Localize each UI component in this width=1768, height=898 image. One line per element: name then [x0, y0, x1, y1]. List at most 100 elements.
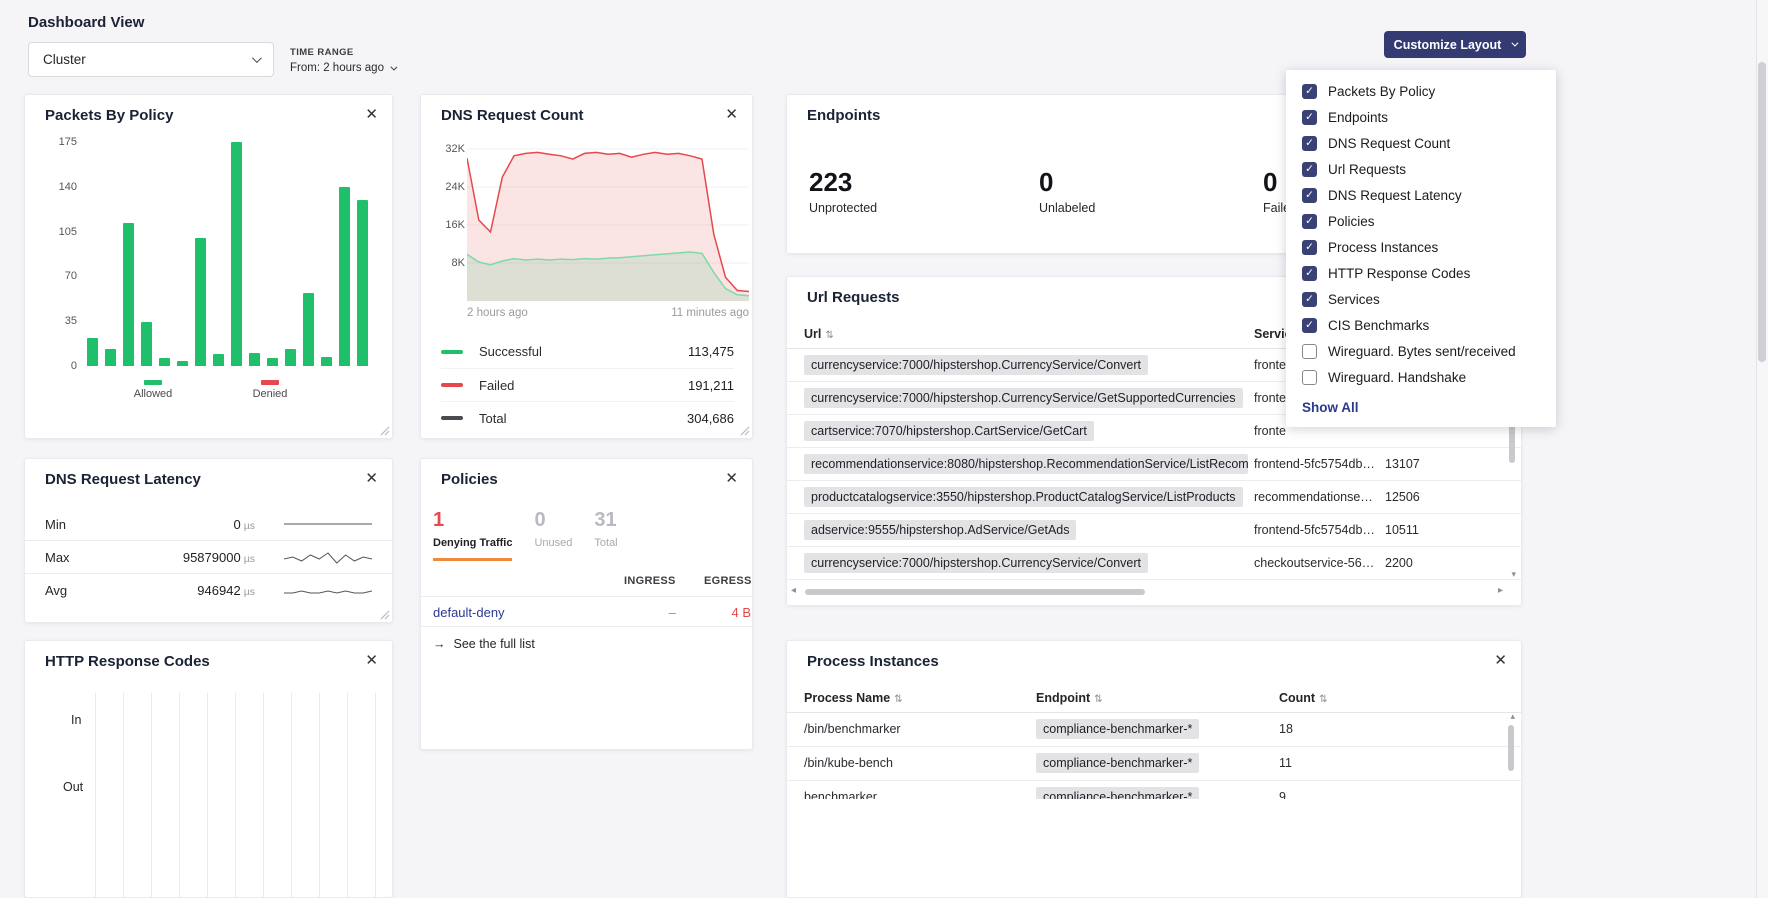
menu-item-dns-request-count[interactable]: ✓DNS Request Count [1286, 130, 1556, 156]
checked-checkbox-icon[interactable]: ✓ [1302, 240, 1317, 255]
count-cell: 2200 [1385, 556, 1413, 570]
table-row[interactable]: productcatalogservice:3550/hipstershop.P… [787, 481, 1521, 514]
table-row[interactable]: currencyservice:7000/hipstershop.Currenc… [787, 547, 1521, 580]
row-label-out: Out [63, 780, 83, 794]
checked-checkbox-icon[interactable]: ✓ [1302, 84, 1317, 99]
menu-item-http-response-codes[interactable]: ✓HTTP Response Codes [1286, 260, 1556, 286]
denied-swatch [261, 380, 279, 385]
checked-checkbox-icon[interactable]: ✓ [1302, 162, 1317, 177]
checked-checkbox-icon[interactable]: ✓ [1302, 136, 1317, 151]
table-row[interactable]: default-deny – 4 B [421, 596, 752, 627]
horizontal-scrollbar[interactable]: ◂ ▸ [791, 585, 1517, 599]
bar [141, 322, 152, 366]
time-range-from[interactable]: From: 2 hours ago [290, 62, 395, 74]
checked-checkbox-icon[interactable]: ✓ [1302, 188, 1317, 203]
legend-swatch [441, 350, 463, 354]
bar [231, 142, 242, 366]
menu-item-endpoints[interactable]: ✓Endpoints [1286, 104, 1556, 130]
scroll-left-icon[interactable]: ◂ [791, 585, 796, 596]
url-cell: currencyservice:7000/hipstershop.Currenc… [804, 355, 1148, 375]
checked-checkbox-icon[interactable]: ✓ [1302, 110, 1317, 125]
bar [87, 338, 98, 366]
column-label: Url [804, 327, 821, 341]
close-icon[interactable]: ✕ [1494, 651, 1507, 669]
column-header-process-name[interactable]: Process Name⇅ [804, 691, 903, 705]
checked-checkbox-icon[interactable]: ✓ [1302, 292, 1317, 307]
menu-item-process-instances[interactable]: ✓ Process Instances [1286, 234, 1556, 260]
policy-stats: 1 Denying Traffic 0 Unused 31 Total [433, 509, 618, 561]
x-axis-label-denied: Denied [235, 388, 305, 400]
dashboard-root: Dashboard View Cluster TIME RANGE From: … [0, 0, 1768, 898]
y-tick-label: 35 [65, 315, 77, 327]
legend-value: 304,686 [687, 411, 734, 426]
view-select[interactable]: Cluster [28, 42, 274, 77]
heatmap-grid [95, 693, 376, 898]
checked-checkbox-icon[interactable]: ✓ [1302, 214, 1317, 229]
column-header-endpoint[interactable]: Endpoint⇅ [1036, 691, 1103, 705]
table-row[interactable]: recommendationservice:8080/hipstershop.R… [787, 448, 1521, 481]
unchecked-checkbox-icon[interactable] [1302, 344, 1317, 359]
count-cell: 12506 [1385, 490, 1420, 504]
menu-item-url-requests[interactable]: ✓ Url Requests [1286, 156, 1556, 182]
legend-label: Successful [479, 344, 542, 359]
menu-item-label: Packets By Policy [1328, 84, 1435, 99]
checked-checkbox-icon[interactable]: ✓ [1302, 318, 1317, 333]
menu-item-wireguard-bytes-sent-received[interactable]: Wireguard. Bytes sent/received [1286, 338, 1556, 364]
stat-denying-traffic[interactable]: 1 Denying Traffic [433, 509, 512, 561]
close-icon[interactable]: ✕ [725, 469, 738, 487]
latency-unit: µs [244, 586, 255, 598]
stat-total[interactable]: 31 Total [594, 509, 617, 561]
menu-item-label: Url Requests [1328, 162, 1406, 177]
table-row[interactable]: adservice:9555/hipstershop.AdService/Get… [787, 514, 1521, 547]
resize-handle-icon[interactable] [380, 426, 390, 436]
column-label: Count [1279, 691, 1315, 705]
page-scrollbar[interactable] [1756, 0, 1768, 898]
resize-handle-icon[interactable] [380, 610, 390, 620]
menu-item-label: Wireguard. Handshake [1328, 370, 1466, 385]
y-axis-ticks: 32K24K16K8K [435, 143, 465, 269]
vertical-scrollbar-thumb[interactable] [1508, 725, 1514, 771]
scroll-down-icon[interactable]: ▾ [1511, 569, 1516, 580]
column-header-url[interactable]: Url⇅ [804, 327, 834, 341]
customize-layout-button[interactable]: Customize Layout [1384, 31, 1526, 58]
menu-item-cis-benchmarks[interactable]: ✓CIS Benchmarks [1286, 312, 1556, 338]
resize-handle-icon[interactable] [740, 426, 750, 436]
y-tick-label: 16K [445, 219, 465, 231]
table-row[interactable]: /bin/kube-benchcompliance-benchmarker-*1… [787, 747, 1521, 781]
table-row[interactable]: /bin/benchmarkercompliance-benchmarker-*… [787, 713, 1521, 747]
close-icon[interactable]: ✕ [365, 469, 378, 487]
close-icon[interactable]: ✕ [365, 105, 378, 123]
menu-item-label: Process Instances [1328, 240, 1438, 255]
egress-value: 4 B [691, 605, 751, 620]
bar [321, 357, 332, 366]
legend-label: Total [479, 411, 506, 426]
menu-item-policies[interactable]: ✓Policies [1286, 208, 1556, 234]
scroll-up-icon[interactable]: ▴ [1510, 711, 1515, 722]
stat-value: 31 [594, 509, 617, 532]
time-range: TIME RANGE From: 2 hours ago [290, 47, 395, 74]
menu-item-packets-by-policy[interactable]: ✓ Packets By Policy [1286, 78, 1556, 104]
table-row[interactable]: benchmarkercompliance-benchmarker-*9 [787, 781, 1521, 799]
unchecked-checkbox-icon[interactable] [1302, 370, 1317, 385]
column-header-count[interactable]: Count⇅ [1279, 691, 1328, 705]
stat-unused[interactable]: 0 Unused [534, 509, 572, 561]
menu-item-wireguard-handshake[interactable]: Wireguard. Handshake [1286, 364, 1556, 390]
show-all-link[interactable]: Show All [1286, 390, 1556, 421]
url-cell: productcatalogservice:3550/hipstershop.P… [804, 487, 1243, 507]
see-full-list-label: See the full list [454, 637, 535, 651]
sparkline [284, 581, 372, 601]
close-icon[interactable]: ✕ [365, 651, 378, 669]
see-full-list-link[interactable]: → See the full list [433, 637, 535, 651]
menu-item-services[interactable]: ✓Services [1286, 286, 1556, 312]
ingress-value: – [621, 605, 676, 620]
policy-name-link[interactable]: default-deny [433, 605, 505, 620]
checked-checkbox-icon[interactable]: ✓ [1302, 266, 1317, 281]
close-icon[interactable]: ✕ [725, 105, 738, 123]
y-axis-ticks: 17514010570350 [43, 136, 77, 372]
page-scrollbar-thumb[interactable] [1758, 62, 1766, 362]
scroll-right-icon[interactable]: ▸ [1498, 585, 1503, 596]
scrollbar-thumb[interactable] [805, 589, 1145, 595]
stat-value: 1 [433, 509, 512, 532]
menu-item-dns-request-latency[interactable]: ✓DNS Request Latency [1286, 182, 1556, 208]
sort-icon: ⇅ [1094, 694, 1102, 705]
